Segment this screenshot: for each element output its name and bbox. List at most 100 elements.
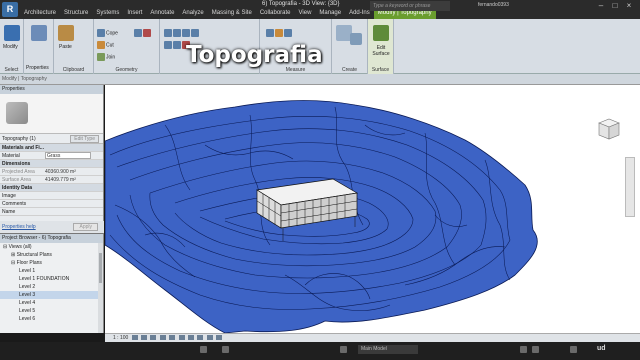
edit-surface-icon[interactable] xyxy=(373,25,389,41)
type-preview[interactable] xyxy=(0,94,103,134)
property-row-surface-area: Surface Area 41409.779 m² xyxy=(0,176,103,184)
mirror-icon xyxy=(182,29,190,37)
properties-button[interactable]: Properties xyxy=(26,65,49,71)
property-row-comments[interactable]: Comments xyxy=(0,200,103,208)
property-row-image[interactable]: Image xyxy=(0,192,103,200)
wall-join-icon xyxy=(143,29,151,37)
worksets-icon[interactable] xyxy=(200,346,207,353)
tab-analyze[interactable]: Analyze xyxy=(178,10,207,19)
browser-item[interactable]: Level 3 xyxy=(0,291,103,299)
paste-button[interactable]: Paste xyxy=(59,44,72,50)
active-model-selector[interactable]: Main Model xyxy=(358,345,418,354)
application-menu-button[interactable]: R xyxy=(2,2,18,17)
browser-item-label: Level 1 FOUNDATION xyxy=(19,276,70,282)
properties-panel: Properties Topography (1) Edit Type Mate… xyxy=(0,85,104,233)
scrollbar-thumb[interactable] xyxy=(99,253,102,283)
ribbon-panel-select: Modify Select xyxy=(0,19,24,74)
ribbon-panel-clipboard: Paste Clipboard xyxy=(54,19,94,74)
render-icon[interactable] xyxy=(169,335,176,341)
detail-level-icon[interactable] xyxy=(131,335,138,341)
select-links-icon[interactable] xyxy=(520,346,527,353)
section-materials[interactable]: Materials and Fi... xyxy=(0,144,103,152)
shadows-icon[interactable] xyxy=(159,335,166,341)
design-options-icon[interactable] xyxy=(222,346,229,353)
tab-structure[interactable]: Structure xyxy=(60,10,92,19)
browser-item[interactable]: ⊟ Views (all) xyxy=(0,243,103,251)
navigation-bar[interactable] xyxy=(625,157,635,217)
cope-button[interactable]: Cope xyxy=(97,29,118,37)
tab-massing-site[interactable]: Massing & Site xyxy=(208,10,256,19)
close-icon[interactable]: × xyxy=(624,1,634,11)
view-tools[interactable] xyxy=(266,29,293,37)
ribbon-panel-geometry: Cope Cut Join Geometry xyxy=(94,19,160,74)
modify-arrow-icon[interactable] xyxy=(4,25,20,41)
editable-only-icon[interactable] xyxy=(340,346,347,353)
browser-item[interactable]: Level 1 xyxy=(0,267,103,275)
section-identity-data[interactable]: Identity Data xyxy=(0,184,103,192)
property-label: Surface Area xyxy=(2,177,31,183)
properties-help-link[interactable]: Properties help xyxy=(2,224,36,230)
status-bar: Main Model ud xyxy=(0,342,640,360)
browser-item[interactable]: Level 1 FOUNDATION xyxy=(0,275,103,283)
sun-path-icon[interactable] xyxy=(150,335,157,341)
type-selector[interactable]: Topography (1) Edit Type xyxy=(0,134,103,144)
section-dimensions[interactable]: Dimensions xyxy=(0,160,103,168)
browser-item[interactable]: ⊞ Structural Plans xyxy=(0,251,103,259)
user-name[interactable]: fernando0393 xyxy=(478,2,509,8)
hide-icon xyxy=(266,29,274,37)
move-icon xyxy=(191,29,199,37)
crop-view-icon[interactable] xyxy=(178,335,185,341)
browser-scrollbar[interactable] xyxy=(98,243,103,333)
select-panel-label[interactable]: Select xyxy=(0,67,23,73)
reveal-hidden-icon[interactable] xyxy=(216,335,223,341)
browser-item[interactable]: Level 6 xyxy=(0,315,103,323)
clipboard-panel-label: Clipboard xyxy=(62,67,85,73)
browser-item[interactable]: Level 2 xyxy=(0,283,103,291)
paste-icon[interactable] xyxy=(58,25,74,41)
align-tools[interactable] xyxy=(164,29,200,37)
join-button[interactable]: Join xyxy=(97,53,115,61)
material-field[interactable]: Grass xyxy=(45,152,91,159)
property-row-material[interactable]: Material Grass xyxy=(0,152,103,160)
select-pinned-icon[interactable] xyxy=(532,346,539,353)
geometry-panel-label: Geometry xyxy=(115,67,138,73)
modify-button[interactable]: Modify xyxy=(3,44,18,50)
edit-type-button[interactable]: Edit Type xyxy=(70,135,99,143)
apply-button[interactable]: Apply xyxy=(73,223,98,231)
show-crop-icon[interactable] xyxy=(188,335,195,341)
tab-add-ins[interactable]: Add-Ins xyxy=(345,10,374,19)
browser-item-label: Level 4 xyxy=(19,300,36,306)
search-input[interactable]: Type a keyword or phrase xyxy=(370,1,450,11)
cut-button[interactable]: Cut xyxy=(97,41,114,49)
view-scale[interactable]: 1 : 100 xyxy=(113,335,128,341)
maximize-icon[interactable]: □ xyxy=(610,1,620,11)
properties-icon[interactable] xyxy=(31,25,47,41)
tab-annotate[interactable]: Annotate xyxy=(146,10,178,19)
tab-insert[interactable]: Insert xyxy=(123,10,146,19)
property-label: Projected Area xyxy=(2,169,35,175)
filter-icon[interactable] xyxy=(570,346,577,353)
property-row-name[interactable]: Name xyxy=(0,208,103,216)
browser-item-label: Structural Plans xyxy=(16,252,52,258)
edit-surface-button[interactable]: Edit Surface xyxy=(369,45,393,57)
browser-item[interactable]: Level 4 xyxy=(0,299,103,307)
3d-viewport[interactable] xyxy=(105,85,640,333)
geometry-tools[interactable] xyxy=(134,29,152,37)
create-similar-icon[interactable] xyxy=(350,33,362,45)
browser-item-label: Level 3 xyxy=(19,292,36,298)
tab-collaborate[interactable]: Collaborate xyxy=(256,10,295,19)
visual-style-icon[interactable] xyxy=(141,335,148,341)
unlock-3d-icon[interactable] xyxy=(197,335,204,341)
tab-systems[interactable]: Systems xyxy=(92,10,123,19)
browser-item[interactable]: ⊟ Floor Plans xyxy=(0,259,103,267)
property-label: Name xyxy=(2,209,16,215)
viewcube-icon[interactable] xyxy=(593,115,623,145)
tab-architecture[interactable]: Architecture xyxy=(20,10,60,19)
surface-panel-label: Surface xyxy=(371,67,390,73)
browser-item[interactable]: Level 5 xyxy=(0,307,103,315)
tab-manage[interactable]: Manage xyxy=(315,10,345,19)
minimize-icon[interactable]: – xyxy=(596,1,606,11)
cut-icon xyxy=(97,41,105,49)
tab-view[interactable]: View xyxy=(295,10,316,19)
temporary-hide-icon[interactable] xyxy=(206,335,213,341)
